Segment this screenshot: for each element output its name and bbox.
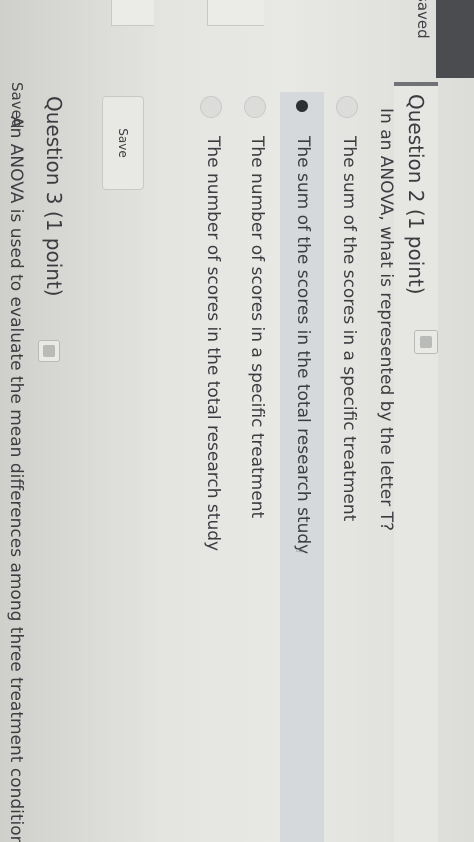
question-nav-corner[interactable]: [436, 0, 474, 78]
answer-option-2[interactable]: The sum of the scores in the total resea…: [280, 92, 324, 842]
answer-option-label[interactable]: The sum of the scores in a specific trea…: [339, 136, 359, 521]
radio-icon[interactable]: [336, 96, 358, 118]
previous-question-card-edge: [111, 0, 154, 26]
answer-option-label[interactable]: The number of scores in a specific treat…: [247, 136, 267, 518]
answer-option-label[interactable]: The sum of the scores in the total resea…: [293, 136, 313, 554]
previous-question-card-edge: [207, 0, 264, 26]
cursor-icon: ⇧: [293, 546, 304, 555]
saved-status-question-2: saved: [414, 0, 432, 39]
question-3-title: Question 3 (1 point): [42, 96, 66, 297]
flag-icon[interactable]: [38, 340, 60, 362]
question-3-prompt: An ANOVA is used to evaluate the mean di…: [6, 116, 26, 842]
flag-icon-glyph: [43, 345, 55, 357]
answer-option-4[interactable]: The number of scores in the total resear…: [190, 92, 234, 842]
flag-icon[interactable]: [414, 330, 438, 354]
radio-icon[interactable]: [200, 96, 222, 118]
answer-option-label[interactable]: The number of scores in the total resear…: [203, 136, 223, 551]
flag-icon-glyph: [420, 336, 432, 348]
photo-frame: 5 saved Saved Question 2 (1 point) In an…: [0, 0, 474, 842]
save-button[interactable]: Save: [102, 96, 144, 190]
radio-selected-icon[interactable]: [296, 100, 308, 112]
question-2-title: Question 2 (1 point): [404, 94, 428, 295]
quiz-page: 5 saved Saved Question 2 (1 point) In an…: [0, 0, 474, 842]
question-2-prompt: In an ANOVA, what is represented by the …: [376, 108, 396, 532]
radio-icon[interactable]: [244, 96, 266, 118]
answer-option-1[interactable]: The sum of the scores in a specific trea…: [326, 92, 370, 842]
answer-option-3[interactable]: The number of scores in a specific treat…: [234, 92, 278, 842]
